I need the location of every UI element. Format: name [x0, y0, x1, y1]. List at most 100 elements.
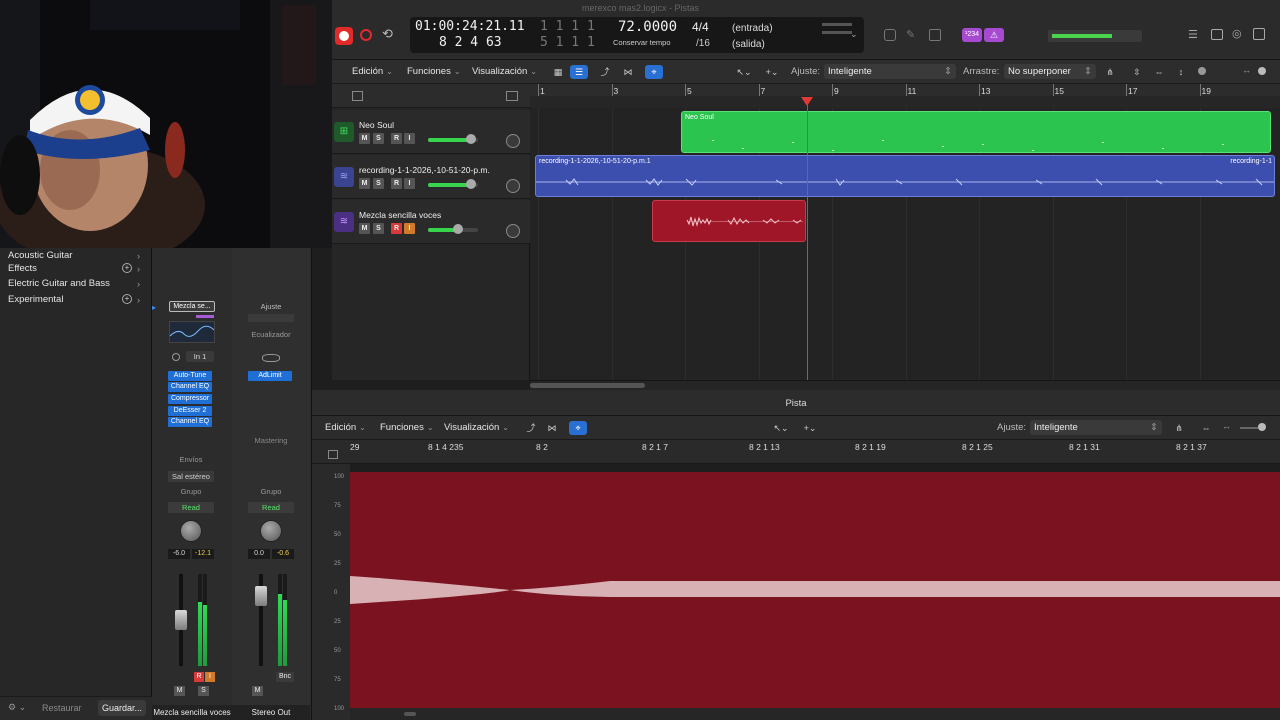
- mastering-label[interactable]: Mastering: [246, 436, 296, 445]
- track-volume-slider[interactable]: [428, 134, 478, 144]
- mute-button[interactable]: M: [359, 223, 370, 234]
- flex-icon[interactable]: ⋈: [619, 65, 637, 79]
- track-name[interactable]: Mezcla sencilla voces: [359, 210, 441, 220]
- pan-knob[interactable]: [506, 224, 520, 238]
- editor-edit-menu[interactable]: Edición ⌄: [325, 422, 366, 433]
- editor-ruler[interactable]: 29 8 1 4 235 8 2 8 2 1 7 8 2 1 13 8 2 1 19 8 2…: [312, 440, 1280, 464]
- save-button[interactable]: Guardar...: [98, 700, 146, 716]
- plugin-slot-autotune[interactable]: Auto-Tune: [168, 371, 212, 381]
- plugin-slot-deesser[interactable]: DeEsser 2: [168, 406, 212, 416]
- quick-help-icon[interactable]: [884, 29, 896, 41]
- track-name[interactable]: recording-1-1-2026,-10-51-20-p.m.: [359, 165, 490, 175]
- zoom-icon[interactable]: ↕: [1172, 65, 1190, 79]
- group-slot[interactable]: Grupo: [248, 487, 294, 496]
- duplicate-track-icon[interactable]: [352, 91, 363, 101]
- scrollbar-thumb[interactable]: [404, 712, 416, 716]
- track-mezcla-voces[interactable]: ≋ Mezcla sencilla voces M S R I: [332, 200, 530, 244]
- list-view-icon[interactable]: ☰: [570, 65, 588, 79]
- edit-menu[interactable]: Edición ⌄: [352, 66, 393, 77]
- view-menu[interactable]: Visualización ⌄: [472, 66, 537, 77]
- plugin-slot-channel-eq[interactable]: Channel EQ: [168, 382, 212, 392]
- pan-knob[interactable]: [260, 520, 282, 542]
- list-editors-icon[interactable]: ☰: [1188, 28, 1198, 41]
- library-item-electric-guitar-bass[interactable]: Electric Guitar and Bass ›: [0, 276, 152, 292]
- zoom-slider-handle[interactable]: [1258, 67, 1266, 75]
- zoom-min-handle[interactable]: [1198, 67, 1206, 75]
- secondary-tool-icon[interactable]: +⌄: [760, 65, 784, 79]
- scrollbar-thumb[interactable]: [530, 383, 645, 388]
- bounce-button[interactable]: Bnc: [276, 672, 294, 682]
- browser-icon[interactable]: [1253, 28, 1265, 40]
- count-in-button[interactable]: ¹234: [962, 28, 982, 42]
- mute-button[interactable]: M: [359, 178, 370, 189]
- editor-title[interactable]: Pista: [312, 398, 1280, 409]
- disclosure-triangle-icon[interactable]: ▸: [152, 303, 156, 312]
- vertical-zoom-icon[interactable]: ⇳: [1128, 65, 1146, 79]
- editor-scrollbar[interactable]: [350, 708, 1280, 720]
- mute-button[interactable]: M: [359, 133, 370, 144]
- pointer-tool-icon[interactable]: ↖⌄: [732, 65, 756, 79]
- eq-thumbnail[interactable]: [169, 321, 215, 343]
- notepad-icon[interactable]: [1211, 29, 1223, 40]
- chevron-down-icon[interactable]: ⌄: [850, 29, 858, 40]
- output-label[interactable]: (salida): [732, 39, 765, 50]
- playhead[interactable]: [807, 98, 808, 380]
- global-tracks-icon[interactable]: [506, 91, 518, 101]
- snap-dropdown[interactable]: Inteligente ⇕: [824, 64, 956, 79]
- editor-functions-menu[interactable]: Funciones ⌄: [380, 422, 434, 433]
- track-neo-soul[interactable]: ⊞ Neo Soul M S R I: [332, 110, 530, 154]
- division[interactable]: /16: [696, 38, 710, 49]
- arrange-area[interactable]: Neo Soul recording-1-1-2026,-10-51-20-p.…: [530, 108, 1280, 380]
- track-name[interactable]: Neo Soul: [359, 120, 394, 130]
- region-mezcla-voces[interactable]: [652, 200, 806, 242]
- zoom-slider-track[interactable]: [1240, 427, 1258, 429]
- plugin-slot-adlimit[interactable]: AdLimit: [248, 371, 292, 381]
- zoom-slider-handle[interactable]: [1258, 423, 1266, 431]
- plugin-slot-compressor[interactable]: Compressor: [168, 394, 212, 404]
- loops-icon[interactable]: ◎: [1232, 27, 1242, 40]
- cycle-icon[interactable]: ⟲: [382, 26, 393, 42]
- eq-label[interactable]: Ecualizador: [246, 330, 296, 339]
- tempo-mode[interactable]: Conservar tempo: [613, 38, 671, 47]
- library-item-experimental[interactable]: Experimental + ›: [0, 292, 152, 308]
- editor-waveform-area[interactable]: [350, 472, 1280, 708]
- input-label[interactable]: (entrada): [732, 23, 773, 34]
- restore-button[interactable]: Restaurar: [42, 703, 82, 713]
- tempo-value[interactable]: 72.0000: [618, 19, 677, 35]
- grid-icon[interactable]: ▦: [549, 65, 567, 79]
- setting-button[interactable]: Ajuste: [248, 302, 294, 311]
- snap-dropdown[interactable]: Inteligente ⇕: [1030, 420, 1162, 435]
- track-volume-slider[interactable]: [428, 224, 478, 234]
- pan-knob[interactable]: [506, 134, 520, 148]
- automation-icon[interactable]: ⤴: [596, 65, 614, 79]
- record-enable-button[interactable]: R: [194, 672, 204, 682]
- catch-icon[interactable]: ⌖: [645, 65, 663, 79]
- automation-mode[interactable]: Read: [168, 502, 214, 513]
- playhead-marker-icon[interactable]: [801, 97, 813, 106]
- pointer-tool-icon[interactable]: ↖⌄: [769, 421, 793, 435]
- record-enable-button[interactable]: R: [391, 133, 402, 144]
- mute-button[interactable]: M: [252, 686, 263, 696]
- horizontal-expand-icon[interactable]: ↔: [1222, 421, 1231, 431]
- solo-button[interactable]: S: [373, 223, 384, 234]
- bar-ruler[interactable]: 1 3 5 7 9 11 13 15 17 19: [530, 84, 1280, 108]
- volume-fader-cap[interactable]: [255, 586, 267, 606]
- editor-view-menu[interactable]: Visualización ⌄: [444, 422, 509, 433]
- lcd-display[interactable]: 01:00:24:21.11 8 2 4 63 1 1 1 1 5 1 1 1 …: [410, 17, 864, 53]
- automation-icon[interactable]: ⤴: [522, 421, 540, 435]
- waveform-zoom-icon[interactable]: ⋔: [1101, 65, 1119, 79]
- mute-button[interactable]: M: [174, 686, 185, 696]
- library-item-effects[interactable]: Effects + ›: [0, 261, 152, 277]
- solo-button[interactable]: S: [373, 178, 384, 189]
- ruler-icon[interactable]: [328, 450, 338, 459]
- track-recording[interactable]: ≋ recording-1-1-2026,-10-51-20-p.m. M S …: [332, 155, 530, 199]
- catch-icon[interactable]: ⌖: [569, 421, 587, 435]
- master-volume-slider[interactable]: [1048, 30, 1142, 42]
- replace-record-icon[interactable]: [360, 29, 372, 41]
- solo-button[interactable]: S: [373, 133, 384, 144]
- tuner-icon[interactable]: ✎: [906, 28, 915, 41]
- drag-dropdown[interactable]: No superponer ⇕: [1004, 64, 1096, 79]
- record-button[interactable]: [335, 27, 353, 45]
- link-icon[interactable]: [172, 353, 180, 361]
- output-slot[interactable]: Sal estéreo: [168, 471, 214, 482]
